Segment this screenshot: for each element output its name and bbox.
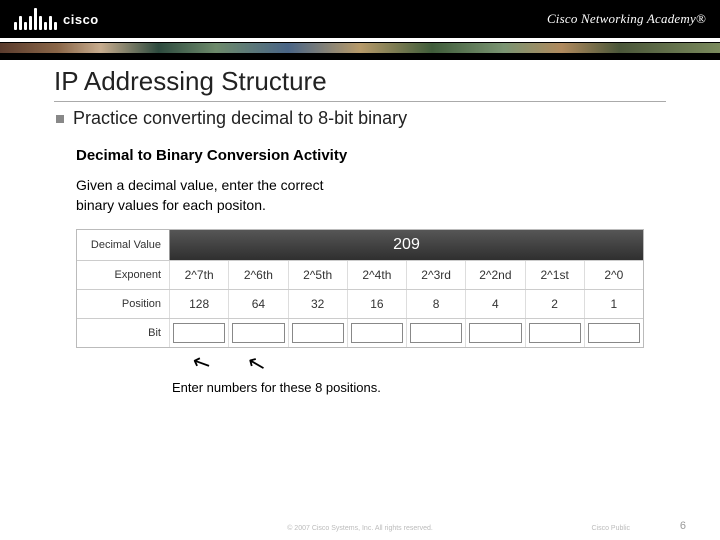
activity-title: Decimal to Binary Conversion Activity <box>76 147 644 164</box>
arrow-indicators: ↖ ↖ <box>172 350 644 376</box>
position-cell: 16 <box>347 290 406 318</box>
decimal-value-cell: 209 <box>169 230 643 260</box>
position-cell: 1 <box>584 290 643 318</box>
slide-title: IP Addressing Structure <box>54 66 666 102</box>
bit-input-1[interactable] <box>529 323 581 343</box>
position-label: Position <box>77 290 169 318</box>
header-top-bar: cisco Cisco Networking Academy® <box>0 0 720 38</box>
exponent-cell: 2^6th <box>228 261 287 289</box>
exponent-cell: 2^3rd <box>406 261 465 289</box>
decimal-value-row: Decimal Value 209 <box>77 230 643 260</box>
bullet-text: Practice converting decimal to 8-bit bin… <box>73 108 407 129</box>
bit-cell <box>525 319 584 347</box>
cisco-brand-text: cisco <box>63 11 99 27</box>
position-cell: 64 <box>228 290 287 318</box>
exponent-cell: 2^2nd <box>465 261 524 289</box>
header-photo-strip <box>0 42 720 54</box>
exponent-cell: 2^0 <box>584 261 643 289</box>
slide-content: IP Addressing Structure Practice convert… <box>0 54 720 395</box>
cisco-bars-icon <box>14 8 57 30</box>
exponent-cell: 2^7th <box>169 261 228 289</box>
conversion-table: Decimal Value 209 Exponent 2^7th 2^6th 2… <box>76 229 644 348</box>
slide-footer: © 2007 Cisco Systems, Inc. All rights re… <box>0 525 720 532</box>
arrow-icon: ↖ <box>225 344 289 384</box>
bit-input-4[interactable] <box>351 323 403 343</box>
position-cell: 2 <box>525 290 584 318</box>
bullet-icon <box>56 115 64 123</box>
position-cell: 32 <box>288 290 347 318</box>
bit-input-6[interactable] <box>232 323 284 343</box>
header-thin-bar <box>0 54 720 60</box>
activity-desc-line1: Given a decimal value, enter the correct <box>76 177 323 193</box>
activity-block: Decimal to Binary Conversion Activity Gi… <box>76 147 644 395</box>
exponent-cell: 2^5th <box>288 261 347 289</box>
exponent-row: Exponent 2^7th 2^6th 2^5th 2^4th 2^3rd 2… <box>77 260 643 289</box>
page-number: 6 <box>680 520 686 532</box>
position-cell: 8 <box>406 290 465 318</box>
cisco-logo: cisco <box>14 8 99 30</box>
bit-cell <box>406 319 465 347</box>
position-cell: 4 <box>465 290 524 318</box>
position-cell: 128 <box>169 290 228 318</box>
bit-input-0[interactable] <box>588 323 640 343</box>
bit-cell <box>347 319 406 347</box>
header-band: cisco Cisco Networking Academy® <box>0 0 720 54</box>
position-row: Position 128 64 32 16 8 4 2 1 <box>77 289 643 318</box>
academy-text: Cisco Networking Academy® <box>547 11 706 27</box>
exponent-label: Exponent <box>77 261 169 289</box>
bit-input-5[interactable] <box>292 323 344 343</box>
footer-copyright: © 2007 Cisco Systems, Inc. All rights re… <box>287 525 433 532</box>
bit-caption: Enter numbers for these 8 positions. <box>172 380 644 395</box>
activity-description: Given a decimal value, enter the correct… <box>76 176 644 215</box>
bit-input-3[interactable] <box>410 323 462 343</box>
exponent-cell: 2^4th <box>347 261 406 289</box>
bit-input-2[interactable] <box>469 323 521 343</box>
bit-cell <box>465 319 524 347</box>
decimal-value-label: Decimal Value <box>77 230 169 260</box>
exponent-cell: 2^1st <box>525 261 584 289</box>
bit-cell <box>584 319 643 347</box>
bit-row: Bit <box>77 318 643 347</box>
bit-cell <box>228 319 287 347</box>
bit-cell <box>288 319 347 347</box>
footer-right-text: Cisco Public <box>591 525 630 532</box>
bit-label: Bit <box>77 319 169 347</box>
bullet-line: Practice converting decimal to 8-bit bin… <box>54 108 666 129</box>
activity-desc-line2: binary values for each positon. <box>76 197 266 213</box>
